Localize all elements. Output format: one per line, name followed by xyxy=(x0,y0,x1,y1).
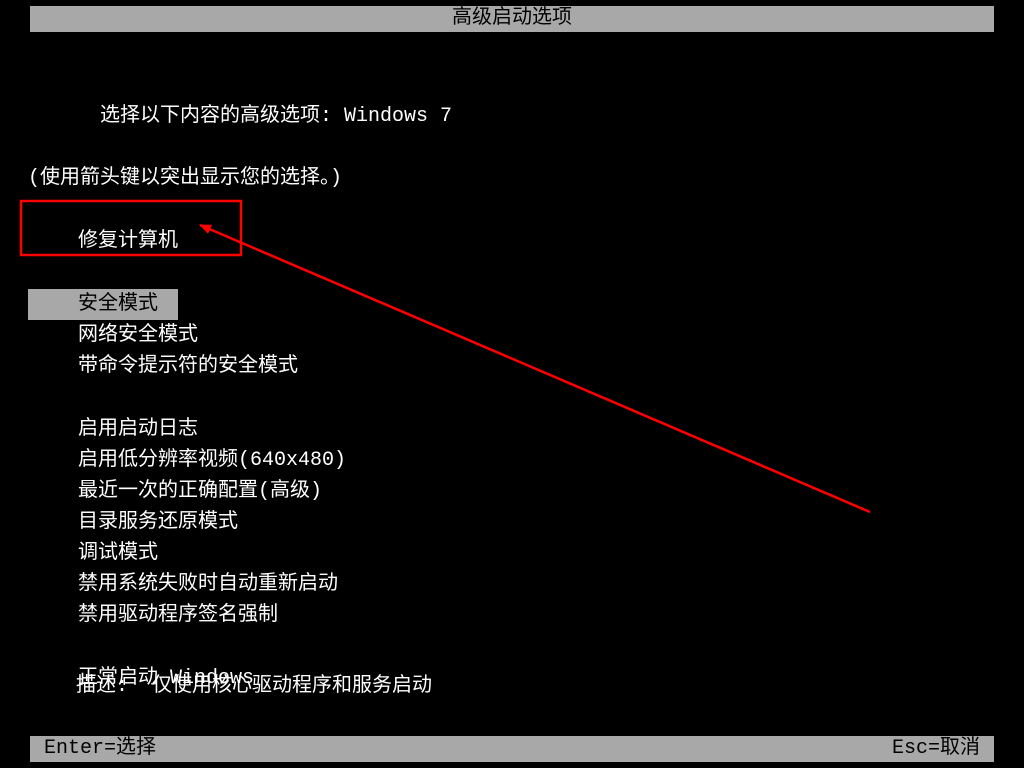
menu-item-repair[interactable]: 修复计算机 xyxy=(28,226,996,257)
menu-item-dsrm[interactable]: 目录服务还原模式 xyxy=(28,507,996,538)
menu-item-disable-driver-sig[interactable]: 禁用驱动程序签名强制 xyxy=(28,600,996,631)
menu-item-low-res[interactable]: 启用低分辨率视频(640x480) xyxy=(28,445,996,476)
description-label: 描述: xyxy=(76,675,128,698)
hint-line: (使用箭头键以突出显示您的选择。) xyxy=(28,163,996,194)
description-line1: 仅使用核心驱动程序和服务启动 xyxy=(128,675,432,698)
menu-item-debug[interactable]: 调试模式 xyxy=(28,538,996,569)
footer-esc: Esc=取消 xyxy=(892,736,980,762)
menu-group: 安全模式 网络安全模式 带命令提示符的安全模式 xyxy=(28,289,996,382)
menu-group: 启用启动日志 启用低分辨率视频(640x480) 最近一次的正确配置(高级) 目… xyxy=(28,414,996,631)
menu-item-disable-auto-restart[interactable]: 禁用系统失败时自动重新启动 xyxy=(28,569,996,600)
title-bar: 高级启动选项 xyxy=(30,6,994,32)
boot-screen: 高级启动选项 选择以下内容的高级选项: Windows 7 (使用箭头键以突出显… xyxy=(0,0,1024,768)
prompt-line: 选择以下内容的高级选项: Windows 7 xyxy=(28,70,996,163)
boot-menu[interactable]: 修复计算机 安全模式 网络安全模式 带命令提示符的安全模式 启用启动日志 启用低… xyxy=(28,226,996,694)
menu-item-safe-mode-net[interactable]: 网络安全模式 xyxy=(28,320,996,351)
prompt-prefix: 选择以下内容的高级选项: xyxy=(100,105,344,128)
menu-item-safe-mode-cmd[interactable]: 带命令提示符的安全模式 xyxy=(28,351,996,382)
footer-enter: Enter=选择 xyxy=(44,736,156,762)
os-name: Windows 7 xyxy=(344,105,452,128)
menu-item-boot-logging[interactable]: 启用启动日志 xyxy=(28,414,996,445)
title-text: 高级启动选项 xyxy=(452,7,572,30)
content-area: 选择以下内容的高级选项: Windows 7 (使用箭头键以突出显示您的选择。)… xyxy=(28,70,996,726)
footer-bar: Enter=选择 Esc=取消 xyxy=(30,736,994,762)
menu-item-last-known-good[interactable]: 最近一次的正确配置(高级) xyxy=(28,476,996,507)
menu-group: 修复计算机 xyxy=(28,226,996,257)
menu-item-safe-mode[interactable]: 安全模式 xyxy=(28,289,178,320)
